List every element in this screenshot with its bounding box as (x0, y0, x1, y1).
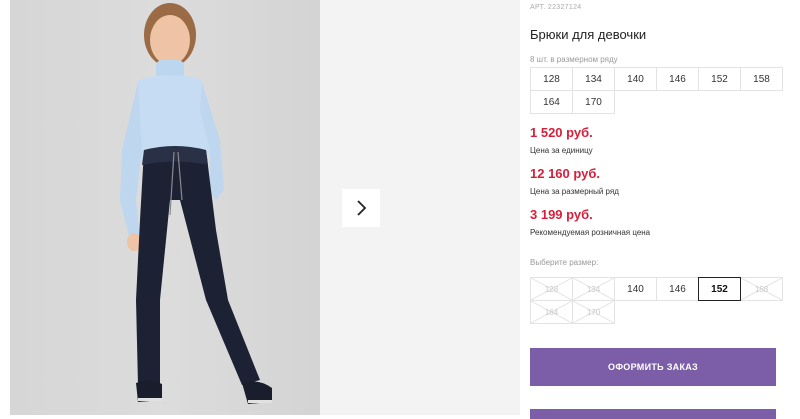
size-select-grid: 128 134 140 146 152 158 164 170 (530, 277, 783, 324)
pack-size-cell: 146 (656, 67, 699, 91)
next-image-button[interactable] (342, 189, 380, 227)
size-option-label: 164 (544, 307, 559, 317)
size-option: 128 (530, 277, 573, 301)
size-option: 158 (740, 277, 783, 301)
product-gallery (0, 0, 520, 415)
girl-in-trousers-illustration (120, 3, 272, 404)
size-option: 170 (572, 300, 615, 324)
size-option-selected[interactable]: 152 (698, 277, 741, 301)
size-option-label: 134 (586, 284, 601, 294)
chevron-right-icon (357, 200, 367, 216)
product-sku: АРТ. 22327124 (530, 4, 582, 11)
size-select-label: Выберите размер: (530, 258, 599, 267)
order-button[interactable]: ОФОРМИТЬ ЗАКАЗ (530, 348, 776, 386)
retail-price-label: Рекомендуемая розничная цена (530, 228, 651, 237)
unit-price: 1 520 руб. (530, 125, 593, 140)
size-option-label: 128 (544, 284, 559, 294)
pack-size-cell: 164 (530, 90, 573, 114)
size-option[interactable]: 140 (614, 277, 657, 301)
pack-size-cell: 170 (572, 90, 615, 114)
product-photo (10, 0, 320, 415)
size-option-label: 170 (586, 307, 601, 317)
pack-size-cell: 158 (740, 67, 783, 91)
pack-note: 8 шт. в размерном ряду (530, 55, 618, 64)
pack-size-grid: 128 134 140 146 152 158 164 170 (530, 67, 783, 114)
pack-size-cell: 134 (572, 67, 615, 91)
pack-size-cell: 152 (698, 67, 741, 91)
size-option[interactable]: 146 (656, 277, 699, 301)
size-option: 134 (572, 277, 615, 301)
unit-price-label: Цена за единицу (530, 146, 593, 155)
pack-price: 12 160 руб. (530, 166, 601, 181)
size-option-label: 158 (754, 284, 769, 294)
pack-size-cell: 140 (614, 67, 657, 91)
secondary-action-button[interactable] (530, 409, 776, 419)
pack-size-cell: 128 (530, 67, 573, 91)
retail-price: 3 199 руб. (530, 207, 593, 222)
pack-price-label: Цена за размерный ряд (530, 187, 619, 196)
product-title: Брюки для девочки (530, 27, 647, 42)
size-option: 164 (530, 300, 573, 324)
